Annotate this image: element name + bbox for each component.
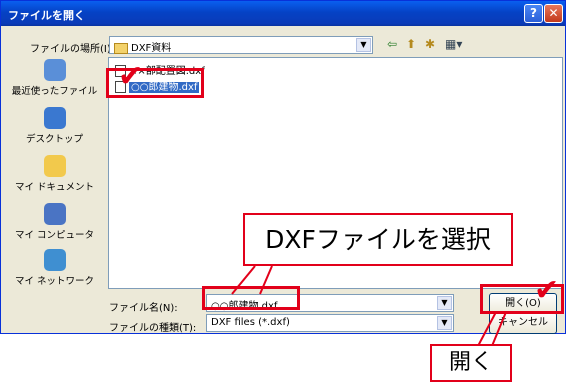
close-button[interactable]: ✕ [544,4,563,23]
help-button[interactable]: ? [524,4,543,23]
look-in-label: ファイルの場所(I): [30,44,115,55]
chevron-down-icon[interactable]: ▼ [356,38,371,52]
places-bar: 最近使ったファイル デスクトップ マイ ドキュメント マイ コンピュータ マイ … [7,59,102,289]
title-bar[interactable]: ファイルを開く ? ✕ [1,1,565,26]
folder-icon [114,42,128,54]
place-my-documents[interactable]: マイ ドキュメント [7,155,102,193]
select-file-callout: DXFファイルを選択 [243,213,513,266]
open-callout: 開く [430,344,512,382]
recent-documents-icon [43,59,66,81]
checkmark-icon: ✔ [534,273,560,308]
place-my-network[interactable]: マイ ネットワーク [7,249,102,287]
filename-label: ファイル名(N): [109,303,178,314]
cancel-button[interactable]: キャンセル [489,312,557,334]
place-desktop[interactable]: デスクトップ [7,107,102,145]
place-my-computer[interactable]: マイ コンピュータ [7,203,102,241]
highlight-filename-box [202,286,300,310]
look-in-value: DXF資料 [131,43,172,54]
desktop-icon [43,107,66,129]
views-menu-icon[interactable]: ▦▾ [445,37,462,51]
my-computer-icon [43,203,66,225]
new-folder-icon[interactable]: ✱ [425,37,435,51]
window-title: ファイルを開く [8,9,85,22]
back-icon[interactable]: ⇦ [387,37,397,51]
chevron-down-icon[interactable]: ▼ [437,316,452,330]
look-in-combo[interactable]: DXF資料 ▼ [109,36,373,54]
place-recent[interactable]: 最近使ったファイル [7,59,102,97]
chevron-down-icon[interactable]: ▼ [437,296,452,310]
checkmark-icon: ✔ [118,59,144,94]
my-network-icon [43,249,66,271]
filetype-label: ファイルの種類(T): [109,323,197,334]
my-documents-icon [43,155,66,177]
up-folder-icon[interactable]: ⬆ [406,37,416,51]
filetype-select[interactable]: DXF files (*.dxf) ▼ [206,314,454,332]
